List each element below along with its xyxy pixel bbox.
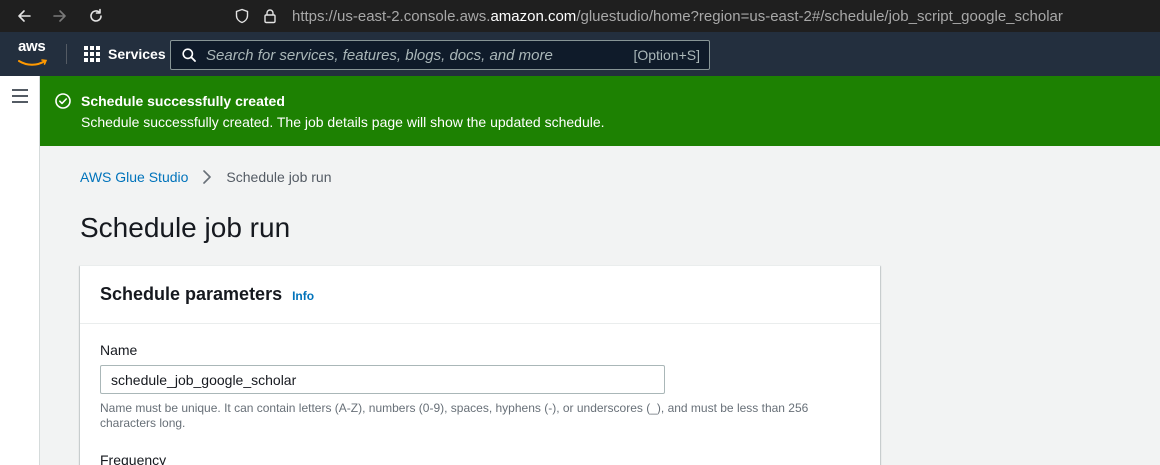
services-label: Services bbox=[108, 46, 166, 62]
chevron-right-icon bbox=[203, 170, 212, 184]
schedule-name-input[interactable] bbox=[100, 365, 665, 394]
search-bar[interactable]: [Option+S] bbox=[170, 40, 710, 70]
address-bar[interactable]: https://us-east-2.console.aws.amazon.com… bbox=[232, 0, 1160, 32]
page-title: Schedule job run bbox=[80, 212, 291, 243]
name-constraint-hint: Name must be unique. It can contain lett… bbox=[100, 401, 809, 430]
search-shortcut-hint: [Option+S] bbox=[633, 47, 700, 63]
success-flashbar: Schedule successfully created Schedule s… bbox=[40, 76, 1160, 146]
breadcrumb-current: Schedule job run bbox=[226, 169, 332, 185]
schedule-parameters-panel: Schedule parameters Info Name Name must … bbox=[80, 265, 880, 465]
aws-logo-text: aws bbox=[18, 38, 46, 55]
url-suffix: /gluestudio/home?region=us-east-2#/sched… bbox=[576, 7, 1063, 25]
browser-toolbar: https://us-east-2.console.aws.amazon.com… bbox=[0, 0, 1160, 32]
aws-top-nav: aws Services [Option+S] bbox=[0, 32, 1160, 76]
reload-icon[interactable] bbox=[85, 5, 107, 27]
shield-icon[interactable] bbox=[232, 6, 252, 26]
info-link[interactable]: Info bbox=[292, 289, 314, 303]
flash-title: Schedule successfully created bbox=[81, 93, 285, 109]
side-nav-rail bbox=[0, 76, 40, 465]
name-field-label: Name bbox=[100, 342, 138, 358]
panel-title: Schedule parameters bbox=[100, 284, 283, 304]
services-grid-icon bbox=[84, 46, 100, 62]
back-arrow-icon[interactable] bbox=[13, 5, 35, 27]
url-domain: amazon.com bbox=[490, 7, 577, 25]
search-icon bbox=[182, 48, 196, 62]
menu-icon[interactable] bbox=[12, 89, 28, 103]
frequency-field-label: Frequency bbox=[100, 452, 167, 465]
search-input[interactable] bbox=[206, 46, 634, 64]
flash-message: Schedule successfully created. The job d… bbox=[81, 114, 605, 130]
success-check-icon bbox=[55, 93, 71, 109]
breadcrumb-link-glue-studio[interactable]: AWS Glue Studio bbox=[80, 169, 188, 185]
panel-header: Schedule parameters Info bbox=[80, 266, 880, 324]
lock-icon[interactable] bbox=[260, 6, 280, 26]
aws-logo[interactable]: aws bbox=[18, 38, 50, 68]
breadcrumb: AWS Glue Studio Schedule job run bbox=[80, 169, 332, 185]
services-menu-button[interactable]: Services bbox=[84, 44, 166, 64]
forward-arrow-icon[interactable] bbox=[49, 5, 71, 27]
url-prefix: https://us-east-2.console.aws. bbox=[292, 7, 491, 25]
aws-smile-icon bbox=[18, 59, 48, 66]
url-text[interactable]: https://us-east-2.console.aws.amazon.com… bbox=[292, 8, 1063, 25]
nav-divider bbox=[66, 44, 67, 64]
